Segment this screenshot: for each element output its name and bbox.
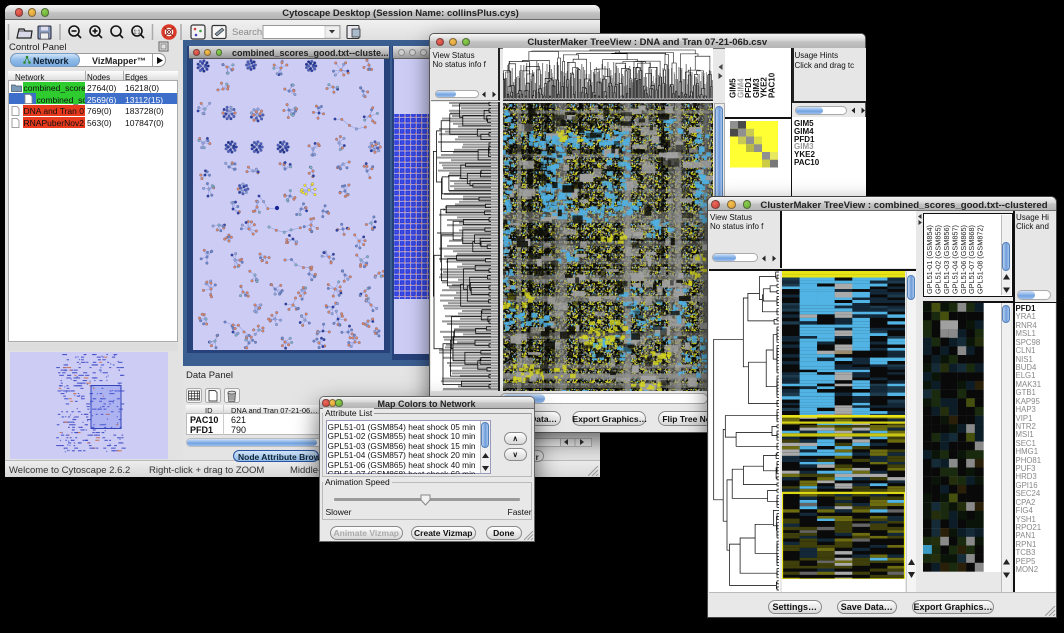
svg-text:PAC10: PAC10 — [768, 72, 777, 98]
svg-text:1:1: 1:1 — [134, 30, 141, 36]
svg-text:GPL51-08 (GSM872): GPL51-08 (GSM872) — [976, 225, 985, 294]
svg-text:Search:: Search: — [232, 27, 265, 38]
